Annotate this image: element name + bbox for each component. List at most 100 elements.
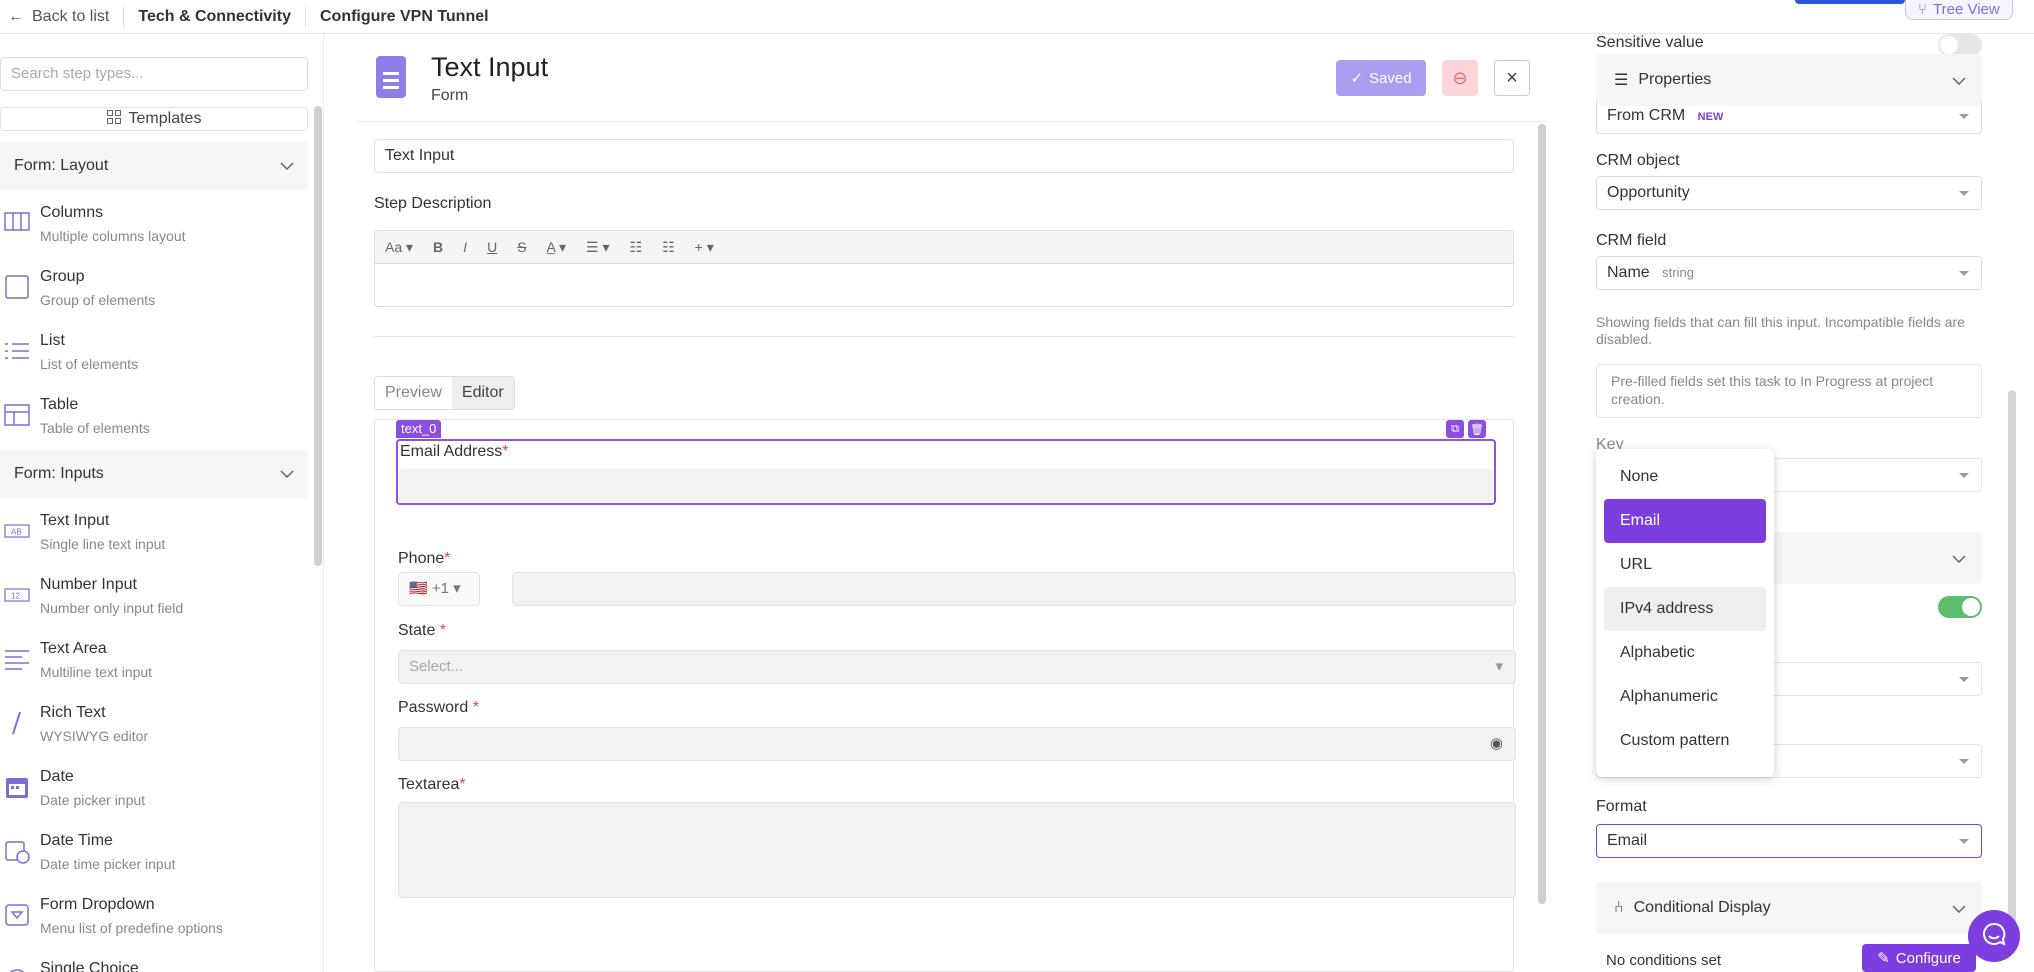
step-type-group[interactable]: Group Group of elements — [0, 264, 308, 324]
templates-button[interactable]: Templates — [0, 107, 308, 131]
numbered-list-button[interactable]: ☷ — [662, 239, 675, 256]
properties-scrollbar[interactable] — [2008, 390, 2016, 950]
enabled-toggle[interactable] — [1938, 596, 1982, 618]
step-type-columns[interactable]: Columns Multiple columns layout — [0, 200, 308, 260]
breadcrumb-category[interactable]: Tech & Connectivity — [138, 8, 291, 26]
arrow-left-icon: ← — [8, 7, 24, 25]
edit-icon: ✎ — [1877, 950, 1890, 967]
step-search-input[interactable]: Search step types... — [0, 57, 308, 91]
radio-icon — [4, 966, 30, 972]
step-type-title: List — [40, 332, 65, 349]
disable-step-button[interactable]: ⊖ — [1442, 60, 1478, 96]
rich-text-toolbar: Aa ▾ B I U S A ▾ ☰ ▾ ☷ ☷ + ▾ — [374, 230, 1514, 264]
eye-icon[interactable]: ◉ — [1490, 734, 1503, 752]
chevron-down-icon — [280, 465, 294, 483]
copy-icon[interactable]: ⧉ — [1446, 420, 1464, 438]
step-type-subtitle: Date time picker input — [40, 856, 176, 872]
crm-object-select[interactable]: Opportunity — [1596, 176, 1982, 210]
step-type-number-input[interactable]: 12 Number Input Number only input field — [0, 572, 308, 632]
conditional-display-label: Conditional Display — [1633, 899, 1771, 916]
conditional-display-header[interactable]: ⑃ Conditional Display — [1596, 882, 1982, 934]
phone-input[interactable] — [512, 572, 1516, 606]
format-option-email[interactable]: Email — [1604, 499, 1766, 543]
rich-text-icon — [4, 710, 30, 736]
close-button[interactable]: × — [1494, 60, 1530, 96]
format-option-alphanumeric[interactable]: Alphanumeric — [1604, 675, 1766, 719]
step-type-rich-text[interactable]: Rich Text WYSIWYG editor — [0, 700, 308, 760]
step-name-input[interactable]: Text Input — [374, 139, 1514, 173]
branch-icon: ⑃ — [1614, 899, 1624, 916]
bullet-list-button[interactable]: ☷ — [630, 239, 643, 256]
step-type-table[interactable]: Table Table of elements — [0, 392, 308, 452]
tab-editor[interactable]: Editor — [451, 377, 514, 409]
chat-icon — [1981, 921, 2007, 952]
italic-button[interactable]: I — [463, 239, 467, 255]
password-input[interactable]: ◉ — [398, 727, 1516, 761]
step-type-text-area[interactable]: Text Area Multiline text input — [0, 636, 308, 696]
trash-icon[interactable]: 🗑 — [1468, 420, 1486, 438]
underline-button[interactable]: U — [487, 239, 497, 255]
format-option-ipv4[interactable]: IPv4 address — [1604, 587, 1766, 631]
editor-scrollbar[interactable] — [1538, 124, 1546, 904]
format-option-custom-pattern[interactable]: Custom pattern — [1604, 719, 1766, 763]
group-header-layout[interactable]: Form: Layout — [0, 142, 308, 190]
properties-section-header[interactable]: ☰ Properties — [1596, 54, 1982, 106]
format-option-url[interactable]: URL — [1604, 543, 1766, 587]
step-type-single-choice[interactable]: Single Choice — [0, 956, 308, 972]
strikethrough-button[interactable]: S — [517, 239, 526, 255]
number-input-icon: 12 — [4, 582, 30, 608]
step-type-title: Date Time — [40, 832, 113, 849]
tab-preview[interactable]: Preview — [375, 377, 452, 409]
selected-element-tag: text_0 — [396, 420, 442, 438]
breadcrumb-divider — [123, 6, 125, 27]
section-divider — [374, 336, 1514, 337]
format-select[interactable]: Email — [1596, 824, 1982, 858]
step-description-editor[interactable] — [374, 263, 1514, 307]
bold-button[interactable]: B — [433, 239, 443, 255]
editor-header: Text Input Form ✓ Saved ⊖ × — [356, 34, 1548, 122]
crm-object-label: CRM object — [1596, 152, 1680, 169]
tree-view-label: Tree View — [1933, 1, 2000, 18]
textarea-input[interactable] — [398, 802, 1516, 898]
step-editor-panel: Text Input Form ✓ Saved ⊖ × Text Input S… — [356, 34, 1548, 972]
selected-email-field[interactable]: Email Address* — [396, 439, 1496, 505]
top-accent-bar — [1795, 0, 1905, 4]
templates-label: Templates — [128, 110, 202, 127]
step-type-title: Rich Text — [40, 704, 106, 721]
state-label: State * — [398, 622, 447, 639]
no-conditions-label: No conditions set — [1606, 952, 1722, 969]
saved-button[interactable]: ✓ Saved — [1336, 60, 1426, 96]
breadcrumb-process[interactable]: Configure VPN Tunnel — [320, 8, 489, 26]
group-label: Form: Layout — [14, 157, 109, 174]
sensitive-value-toggle[interactable] — [1938, 34, 1982, 56]
step-type-title: Text Area — [40, 640, 107, 657]
prefill-info-box: Pre-filled fields set this task to In Pr… — [1596, 364, 1982, 418]
state-select[interactable]: Select... ▾ — [398, 650, 1516, 684]
step-type-text-input[interactable]: AB Text Input Single line text input — [0, 508, 308, 568]
dropdown-icon — [4, 902, 30, 928]
step-type-date-time[interactable]: Date Time Date time picker input — [0, 828, 308, 888]
step-type-list[interactable]: List List of elements — [0, 328, 308, 388]
check-icon: ✓ — [1350, 70, 1364, 87]
sidebar-scrollbar[interactable] — [314, 106, 322, 566]
calendar-icon — [4, 774, 30, 800]
value-source-select[interactable]: From CRM NEW — [1596, 100, 1982, 134]
step-type-date[interactable]: Date Date picker input — [0, 764, 308, 824]
text-color-button[interactable]: A ▾ — [547, 239, 567, 256]
chat-support-button[interactable] — [1968, 910, 2020, 962]
sensitive-value-label: Sensitive value — [1596, 34, 1704, 51]
crm-field-select[interactable]: Name string — [1596, 256, 1982, 290]
format-option-alphabetic[interactable]: Alphabetic — [1604, 631, 1766, 675]
format-option-none[interactable]: None — [1604, 455, 1766, 499]
insert-button[interactable]: + ▾ — [695, 239, 714, 256]
email-input[interactable] — [399, 469, 1493, 502]
step-type-form-dropdown[interactable]: Form Dropdown Menu list of predefine opt… — [0, 892, 308, 952]
tree-view-button[interactable]: ⑂ Tree View — [1905, 0, 2013, 20]
font-size-button[interactable]: Aa ▾ — [385, 239, 413, 256]
group-header-inputs[interactable]: Form: Inputs — [0, 450, 308, 498]
chevron-down-icon — [1952, 900, 1966, 918]
configure-button[interactable]: ✎ Configure — [1862, 944, 1976, 972]
align-button[interactable]: ☰ ▾ — [586, 239, 609, 256]
country-code-select[interactable]: 🇺🇸 +1 ▾ — [398, 572, 480, 606]
back-to-list-link[interactable]: ← Back to list — [8, 8, 109, 26]
